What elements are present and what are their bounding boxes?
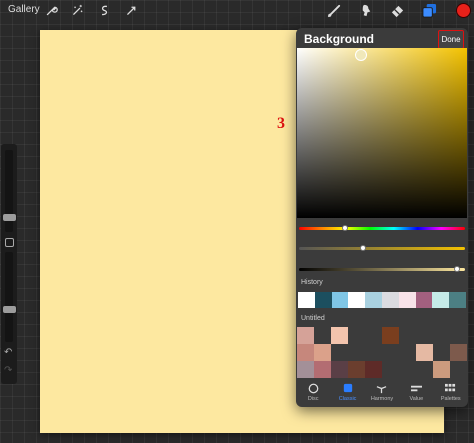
palette-swatch[interactable] [314,327,331,344]
palette-swatch[interactable] [399,361,416,378]
saturation-brightness-picker[interactable] [297,48,467,218]
palette-swatch[interactable] [399,327,416,344]
panel-title: Background [304,32,375,46]
tab-harmony[interactable]: Harmony [365,378,399,407]
palette-swatch[interactable] [382,327,399,344]
palette-swatch[interactable] [365,361,382,378]
history-swatch[interactable] [449,292,466,308]
palette-swatch[interactable] [416,344,433,361]
done-button[interactable]: Done [438,30,464,49]
palette-swatch[interactable] [297,361,314,378]
color-mode-tabs: Disc Classic Harmony Value Palettes [296,378,468,407]
palette-label: Untitled [301,315,325,322]
brush-icon[interactable] [327,3,342,18]
saturation-knob[interactable] [359,245,366,251]
top-toolbar: Gallery [0,0,474,22]
step-3-annotation: 3 [277,115,285,132]
smudge-icon[interactable] [359,3,374,18]
palettes-icon [445,382,457,394]
opacity-thumb[interactable] [3,305,16,313]
disc-icon [307,382,319,394]
palette-swatch[interactable] [450,327,467,344]
history-swatch[interactable] [331,292,349,308]
selection-icon[interactable] [97,3,112,18]
history-swatch[interactable] [381,292,399,308]
current-color-swatch[interactable] [456,3,471,18]
history-swatches [298,292,466,308]
tab-classic[interactable]: Classic [331,378,365,407]
harmony-icon [376,382,388,394]
history-swatch[interactable] [415,292,433,308]
color-panel: Background Done History Untitled Disc Cl… [296,28,468,407]
palette-swatch[interactable] [365,327,382,344]
history-swatch[interactable] [398,292,416,308]
palette-swatch[interactable] [450,344,467,361]
palette-swatch[interactable] [365,344,382,361]
history-swatch[interactable] [432,292,450,308]
wrench-icon[interactable] [44,3,59,18]
palette-swatch[interactable] [348,361,365,378]
palette-swatch[interactable] [314,344,331,361]
palette-swatch[interactable] [314,361,331,378]
brush-size-thumb[interactable] [3,213,16,221]
history-swatch[interactable] [365,292,382,308]
tab-palettes[interactable]: Palettes [434,378,468,407]
palette-swatch[interactable] [331,344,348,361]
palette-swatches [297,327,467,378]
undo-icon[interactable]: ↶ [4,347,12,358]
palette-swatch[interactable] [348,327,365,344]
value-icon [410,382,422,394]
tab-disc[interactable]: Disc [296,378,330,407]
palette-swatch[interactable] [399,344,416,361]
left-sidebar: ↶ ↷ [1,144,17,384]
palette-swatch[interactable] [331,361,348,378]
palette-swatch[interactable] [297,327,314,344]
palette-swatch[interactable] [382,361,399,378]
hue-knob[interactable] [342,225,349,231]
magic-wand-icon[interactable] [70,3,85,18]
classic-icon [342,382,354,394]
redo-icon[interactable]: ↷ [4,365,12,376]
palette-swatch[interactable] [450,361,467,378]
eraser-icon[interactable] [390,3,405,18]
palette-swatch[interactable] [331,327,348,344]
modify-button[interactable] [5,238,14,247]
history-label: History [301,279,323,286]
palette-swatch[interactable] [297,344,314,361]
palette-swatch[interactable] [433,344,450,361]
transform-icon[interactable] [124,3,139,18]
brush-size-slider[interactable] [3,150,16,232]
palette-swatch[interactable] [416,361,433,378]
tab-value[interactable]: Value [399,378,433,407]
palette-swatch[interactable] [382,344,399,361]
hue-slider[interactable] [299,225,465,231]
gallery-button[interactable]: Gallery [8,4,40,15]
brightness-slider[interactable] [299,266,465,272]
palette-swatch[interactable] [416,327,433,344]
brightness-knob[interactable] [454,266,461,272]
palette-swatch[interactable] [433,361,450,378]
history-swatch[interactable] [298,292,315,308]
palette-swatch[interactable] [433,327,450,344]
opacity-slider[interactable] [3,252,16,342]
history-swatch[interactable] [348,292,366,308]
layers-icon[interactable] [422,3,437,18]
palette-swatch[interactable] [348,344,365,361]
history-swatch[interactable] [314,292,332,308]
color-picker-knob[interactable] [355,49,367,61]
saturation-slider[interactable] [299,245,465,251]
